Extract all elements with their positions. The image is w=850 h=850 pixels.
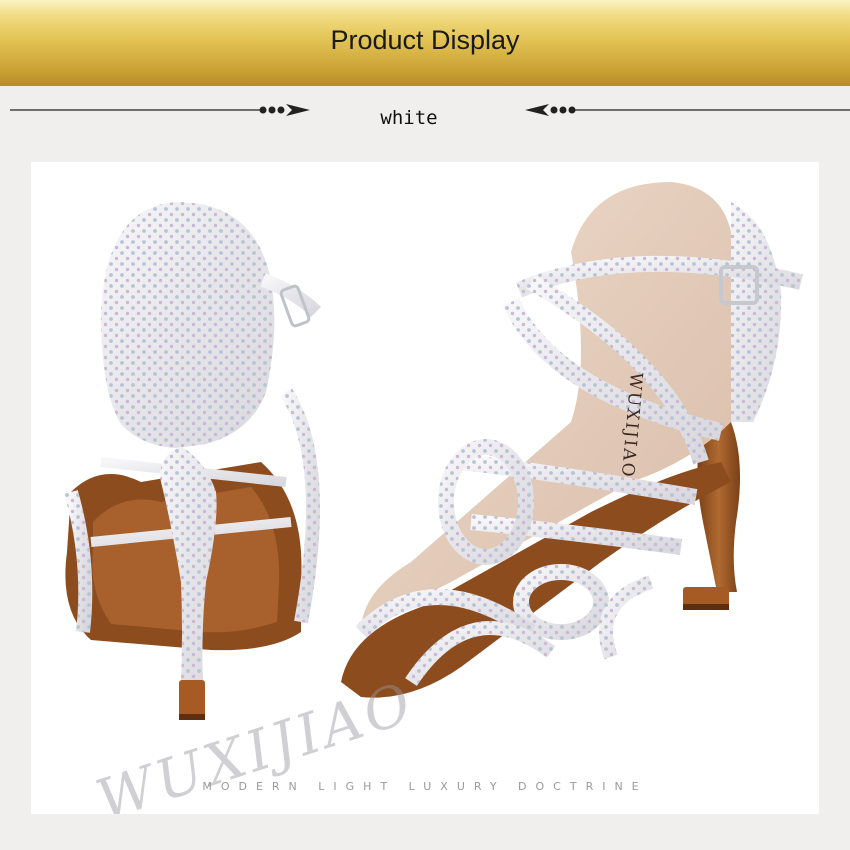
right-ornament-divider [525, 104, 850, 116]
left-ornament-divider [10, 104, 310, 116]
product-display-banner: Product Display [0, 0, 850, 86]
color-variant-label: white [380, 107, 438, 129]
right-shoe-front-view: WUXIJIAO [341, 182, 803, 698]
product-photo-panel: WUXIJIAO WUXIJIAO [31, 162, 819, 814]
left-shoe-rear-view [64, 202, 321, 720]
product-photo: WUXIJIAO [64, 182, 803, 720]
product-tagline: MODERN LIGHT LUXURY DOCTRINE [202, 780, 648, 793]
banner-title: Product Display [330, 25, 520, 55]
